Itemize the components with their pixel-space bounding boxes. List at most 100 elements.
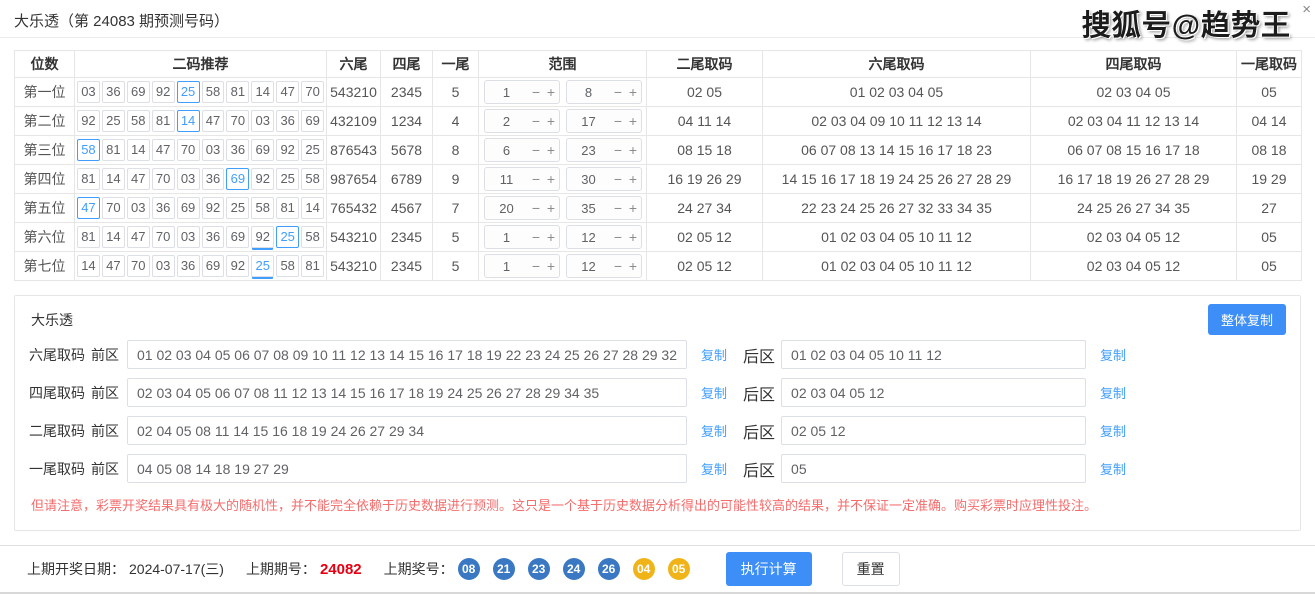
spinner-minus-button[interactable]: − xyxy=(529,81,544,103)
code-cell[interactable]: 58 xyxy=(301,226,324,248)
spinner-minus-button[interactable]: − xyxy=(529,110,544,132)
code-cell[interactable]: 47 xyxy=(127,226,150,248)
code-cell[interactable]: 25 xyxy=(276,168,299,190)
copy-front-link[interactable]: 复制 xyxy=(701,421,727,440)
code-cell[interactable]: 03 xyxy=(127,197,150,219)
code-cell-selected[interactable]: 14 xyxy=(177,110,200,132)
code-cell[interactable]: 81 xyxy=(102,139,125,161)
spinner-minus-button[interactable]: − xyxy=(611,226,626,248)
code-cell[interactable]: 70 xyxy=(152,168,175,190)
spinner-plus-button[interactable]: + xyxy=(626,255,641,277)
code-cell[interactable]: 36 xyxy=(202,226,225,248)
spinner-minus-button[interactable]: − xyxy=(529,255,544,277)
spinner-plus-button[interactable]: + xyxy=(544,255,559,277)
code-cell-selected[interactable]: 69 xyxy=(226,168,249,190)
front-zone-input[interactable] xyxy=(127,416,687,445)
code-cell[interactable]: 81 xyxy=(77,226,100,248)
code-cell[interactable]: 03 xyxy=(177,226,200,248)
code-cell[interactable]: 58 xyxy=(301,168,324,190)
code-cell[interactable]: 70 xyxy=(102,197,125,219)
front-zone-input[interactable] xyxy=(127,340,687,369)
code-cell[interactable]: 81 xyxy=(276,197,299,219)
code-cell[interactable]: 58 xyxy=(276,255,299,277)
spinner-minus-button[interactable]: − xyxy=(529,197,544,219)
code-cell[interactable]: 92 xyxy=(276,139,299,161)
code-cell[interactable]: 36 xyxy=(152,197,175,219)
code-cell[interactable]: 81 xyxy=(152,110,175,132)
code-cell[interactable]: 81 xyxy=(226,81,249,103)
code-cell[interactable]: 14 xyxy=(102,226,125,248)
spinner-minus-button[interactable]: − xyxy=(529,139,544,161)
back-zone-input[interactable] xyxy=(781,378,1086,407)
spinner-minus-button[interactable]: − xyxy=(611,168,626,190)
code-cell[interactable]: 25 xyxy=(251,255,274,277)
copy-front-link[interactable]: 复制 xyxy=(701,459,727,478)
code-cell[interactable]: 70 xyxy=(152,226,175,248)
spinner-minus-button[interactable]: − xyxy=(611,255,626,277)
code-cell[interactable]: 92 xyxy=(251,168,274,190)
code-cell[interactable]: 25 xyxy=(301,139,324,161)
run-calculation-button[interactable]: 执行计算 xyxy=(726,552,812,586)
spinner-minus-button[interactable]: − xyxy=(529,168,544,190)
code-cell[interactable]: 14 xyxy=(251,81,274,103)
code-cell[interactable]: 25 xyxy=(226,197,249,219)
copy-all-button[interactable]: 整体复制 xyxy=(1208,304,1286,335)
spinner-plus-button[interactable]: + xyxy=(544,110,559,132)
code-cell[interactable]: 58 xyxy=(127,110,150,132)
code-cell-selected[interactable]: 47 xyxy=(77,197,100,219)
code-cell-selected[interactable]: 25 xyxy=(276,226,299,248)
code-cell[interactable]: 03 xyxy=(251,110,274,132)
spinner-plus-button[interactable]: + xyxy=(544,226,559,248)
spinner-plus-button[interactable]: + xyxy=(544,139,559,161)
spinner-plus-button[interactable]: + xyxy=(544,81,559,103)
code-cell[interactable]: 92 xyxy=(251,226,274,248)
code-cell[interactable]: 36 xyxy=(177,255,200,277)
code-cell[interactable]: 70 xyxy=(301,81,324,103)
spinner-plus-button[interactable]: + xyxy=(544,197,559,219)
code-cell[interactable]: 03 xyxy=(152,255,175,277)
front-zone-input[interactable] xyxy=(127,454,687,483)
code-cell[interactable]: 69 xyxy=(202,255,225,277)
spinner-minus-button[interactable]: − xyxy=(611,139,626,161)
code-cell[interactable]: 92 xyxy=(152,81,175,103)
code-cell-selected[interactable]: 25 xyxy=(177,81,200,103)
reset-button[interactable]: 重置 xyxy=(842,552,900,586)
code-cell[interactable]: 36 xyxy=(226,139,249,161)
code-cell[interactable]: 70 xyxy=(127,255,150,277)
code-cell[interactable]: 69 xyxy=(251,139,274,161)
code-cell[interactable]: 14 xyxy=(301,197,324,219)
front-zone-input[interactable] xyxy=(127,378,687,407)
spinner-plus-button[interactable]: + xyxy=(626,197,641,219)
back-zone-input[interactable] xyxy=(781,416,1086,445)
back-zone-input[interactable] xyxy=(781,340,1086,369)
spinner-minus-button[interactable]: − xyxy=(611,110,626,132)
back-zone-input[interactable] xyxy=(781,454,1086,483)
code-cell-selected[interactable]: 58 xyxy=(77,139,100,161)
code-cell[interactable]: 14 xyxy=(102,168,125,190)
code-cell[interactable]: 14 xyxy=(127,139,150,161)
spinner-minus-button[interactable]: − xyxy=(611,197,626,219)
code-cell[interactable]: 47 xyxy=(127,168,150,190)
code-cell[interactable]: 03 xyxy=(177,168,200,190)
code-cell[interactable]: 92 xyxy=(226,255,249,277)
code-cell[interactable]: 58 xyxy=(202,81,225,103)
code-cell[interactable]: 47 xyxy=(102,255,125,277)
copy-back-link[interactable]: 复制 xyxy=(1100,345,1126,364)
code-cell[interactable]: 69 xyxy=(177,197,200,219)
spinner-plus-button[interactable]: + xyxy=(626,168,641,190)
spinner-plus-button[interactable]: + xyxy=(626,226,641,248)
code-cell[interactable]: 47 xyxy=(152,139,175,161)
code-cell[interactable]: 81 xyxy=(77,168,100,190)
code-cell[interactable]: 03 xyxy=(77,81,100,103)
copy-back-link[interactable]: 复制 xyxy=(1100,421,1126,440)
spinner-plus-button[interactable]: + xyxy=(626,139,641,161)
spinner-minus-button[interactable]: − xyxy=(529,226,544,248)
code-cell[interactable]: 92 xyxy=(202,197,225,219)
code-cell[interactable]: 69 xyxy=(127,81,150,103)
spinner-plus-button[interactable]: + xyxy=(626,110,641,132)
code-cell[interactable]: 69 xyxy=(226,226,249,248)
code-cell[interactable]: 14 xyxy=(77,255,100,277)
spinner-plus-button[interactable]: + xyxy=(544,168,559,190)
spinner-minus-button[interactable]: − xyxy=(611,81,626,103)
code-cell[interactable]: 69 xyxy=(301,110,324,132)
